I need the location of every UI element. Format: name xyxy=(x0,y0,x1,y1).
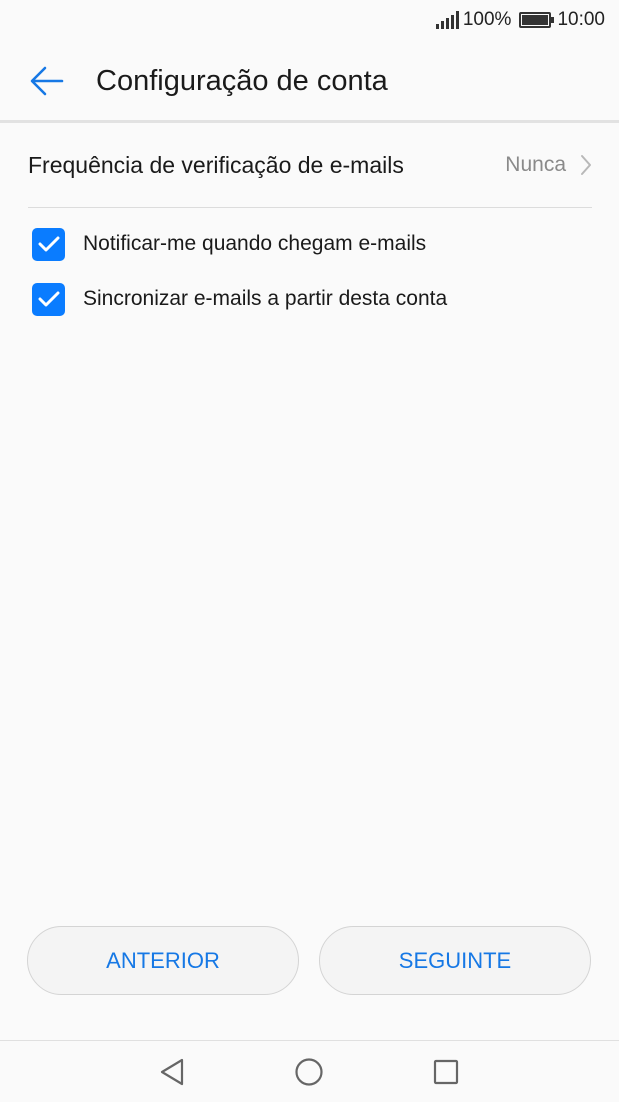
nav-home-button[interactable] xyxy=(293,1056,325,1088)
app-header: Configuração de conta xyxy=(0,40,619,122)
clock: 10:00 xyxy=(557,9,605,30)
check-frequency-row[interactable]: Frequência de verificação de e-mails Nun… xyxy=(28,123,592,208)
home-circle-icon xyxy=(295,1058,323,1086)
system-nav-bar xyxy=(0,1040,619,1102)
battery-percent: 100% xyxy=(462,9,512,30)
page-title: Configuração de conta xyxy=(96,64,388,97)
recent-square-icon xyxy=(433,1059,459,1085)
nav-back-button[interactable] xyxy=(156,1056,188,1088)
sync-email-label: Sincronizar e-mails a partir desta conta xyxy=(83,287,448,310)
back-triangle-icon xyxy=(160,1058,184,1086)
arrow-left-icon xyxy=(30,66,64,96)
checkmark-icon xyxy=(38,291,59,307)
nav-recent-button[interactable] xyxy=(430,1056,462,1088)
back-button[interactable] xyxy=(17,51,77,111)
previous-button[interactable]: ANTERIOR xyxy=(27,926,299,995)
checkmark-icon xyxy=(38,236,59,252)
chevron-right-icon xyxy=(581,155,591,175)
check-frequency-label: Frequência de verificação de e-mails xyxy=(28,151,404,178)
notify-new-mail-row[interactable]: Notificar-me quando chegam e-mails xyxy=(32,224,592,264)
notify-new-mail-label: Notificar-me quando chegam e-mails xyxy=(83,232,427,255)
notify-new-mail-checkbox[interactable] xyxy=(32,227,65,261)
sync-email-row[interactable]: Sincronizar e-mails a partir desta conta xyxy=(32,279,592,319)
sync-email-checkbox[interactable] xyxy=(32,282,65,316)
next-button[interactable]: SEGUINTE xyxy=(319,926,591,995)
screen: 100% 10:00 Configuração de conta Frequên… xyxy=(0,0,619,1102)
check-frequency-value: Nunca xyxy=(505,153,566,176)
status-bar: 100% 10:00 xyxy=(0,0,619,40)
signal-icon xyxy=(435,11,459,29)
battery-icon xyxy=(519,12,555,28)
check-frequency-value-group: Nunca xyxy=(505,153,592,177)
